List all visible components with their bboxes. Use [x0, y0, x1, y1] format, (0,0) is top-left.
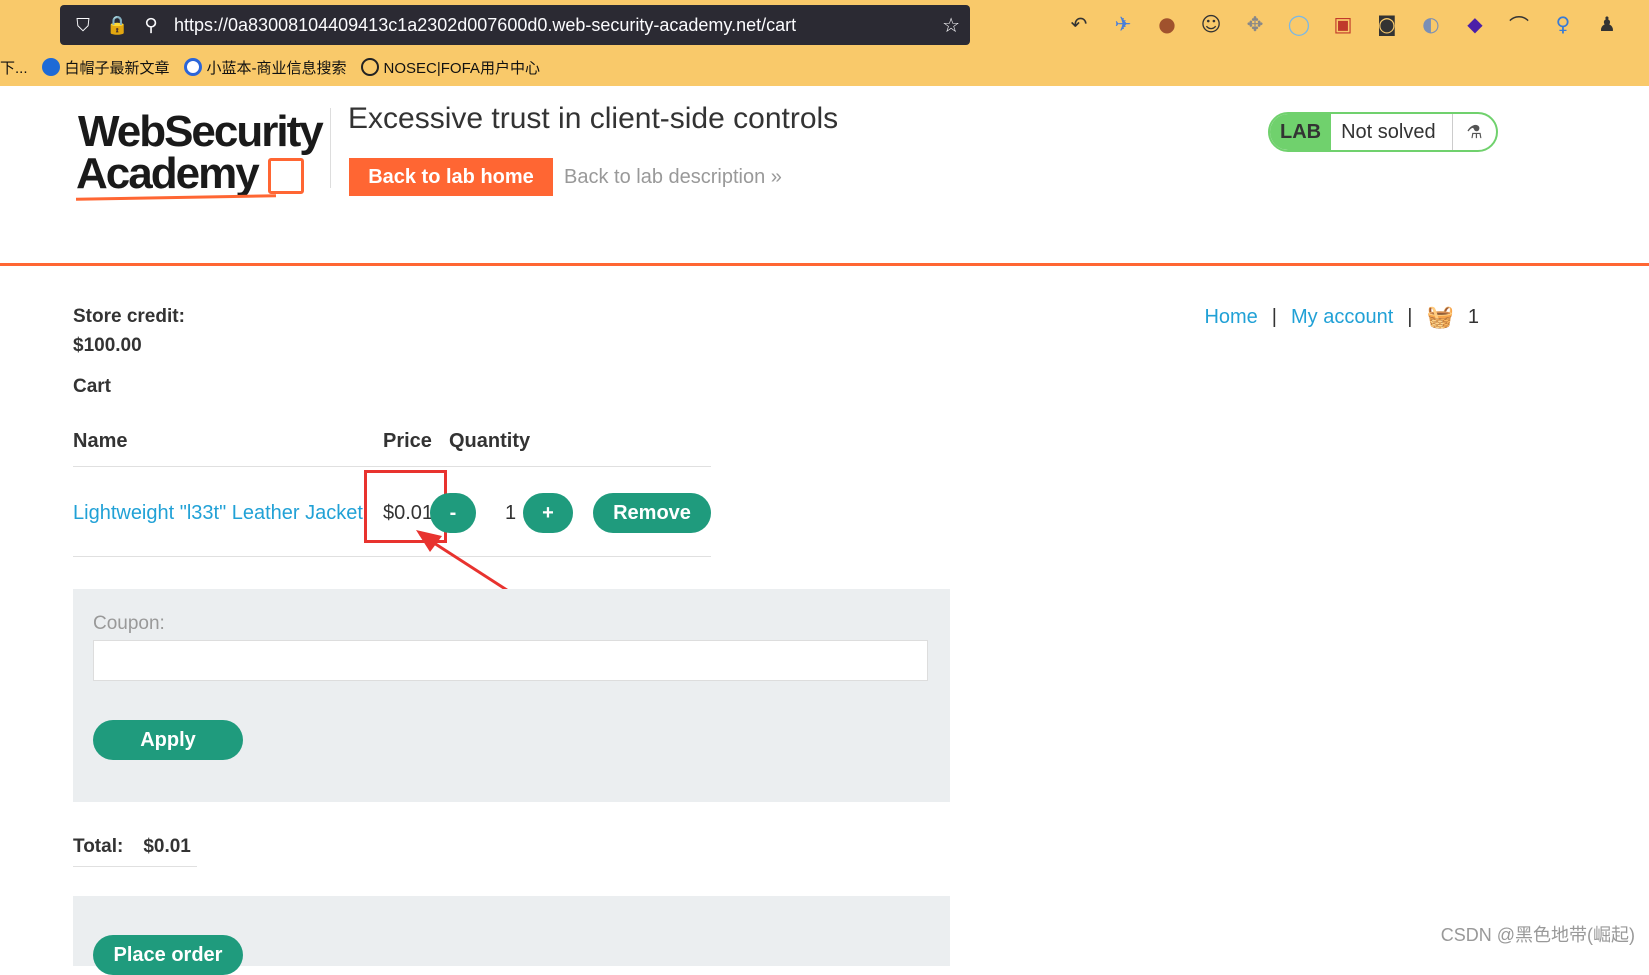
place-order-panel: Place order — [73, 896, 950, 966]
address-bar[interactable]: ⛉ 🔒 ⚲ https://0a83008104409413c1a2302d00… — [60, 5, 970, 45]
watermark: CSDN @黑色地带(崛起) — [1441, 921, 1635, 947]
key-icon[interactable]: ♀ — [1549, 10, 1577, 38]
back-to-lab-description-link[interactable]: Back to lab description » — [564, 166, 782, 189]
header-divider-line — [73, 466, 711, 467]
product-link[interactable]: Lightweight "l33t" Leather Jacket — [73, 502, 363, 525]
lab-status-widget: LAB Not solved ⚗ — [1268, 112, 1498, 152]
coupon-panel: Coupon: Apply — [73, 589, 950, 802]
toggle-icon[interactable]: ◐ — [1417, 10, 1445, 38]
diamond-icon[interactable]: ◆ — [1461, 10, 1489, 38]
nav-separator: | — [1407, 306, 1412, 329]
column-header-price: Price — [383, 430, 432, 453]
extensions-bar: ↶ ✈ ● ☺ ✥ ◯ ▣ ◙ ◐ ◆ ⌒ ♀ ♟ — [1065, 10, 1621, 38]
lightning-icon — [268, 158, 304, 194]
cart-heading: Cart — [73, 376, 111, 398]
spy-icon[interactable]: ♟ — [1593, 10, 1621, 38]
cart-icon[interactable]: 🧺 — [1426, 305, 1453, 330]
bookmark-item[interactable]: 下... — [0, 57, 28, 78]
bookmark-star-icon[interactable]: ☆ — [942, 13, 960, 37]
apply-coupon-button[interactable]: Apply — [93, 720, 243, 760]
bookmark-item[interactable]: 小蓝本-商业信息搜索 — [184, 57, 347, 78]
permissions-icon[interactable]: ⚲ — [140, 15, 162, 36]
nav-my-account-link[interactable]: My account — [1291, 306, 1393, 329]
row-divider-line — [73, 556, 711, 557]
coupon-label: Coupon: — [93, 613, 165, 635]
shield-icon[interactable]: ⛉ — [72, 15, 94, 36]
chevron-right-icon: » — [771, 166, 782, 188]
total-value: $0.01 — [143, 836, 191, 857]
bookmark-label: 下... — [0, 57, 28, 78]
store-credit-label: Store credit: — [73, 306, 185, 328]
xiaolanben-icon — [184, 58, 202, 76]
cookie-face-icon[interactable]: ☺ — [1197, 10, 1225, 38]
hat-icon[interactable]: ⌒ — [1505, 10, 1533, 38]
url-text[interactable]: https://0a83008104409413c1a2302d007600d0… — [174, 15, 796, 36]
total-row: Total: $0.01 — [73, 836, 191, 858]
cart-count: 1 — [1468, 306, 1479, 329]
baimaozi-icon — [42, 58, 60, 76]
logo-line2: Academy — [76, 150, 258, 198]
header-divider — [330, 108, 331, 188]
lab-badge: LAB — [1270, 114, 1331, 150]
bookmark-item[interactable]: 白帽子最新文章 — [42, 57, 170, 78]
bookmark-label: 白帽子最新文章 — [65, 57, 170, 78]
bookmark-item[interactable]: NOSEC|FOFA用户中心 — [361, 57, 540, 78]
back-desc-label: Back to lab description — [564, 166, 765, 188]
coupon-input[interactable] — [93, 640, 928, 681]
flask-icon: ⚗ — [1452, 114, 1496, 150]
lab-header: WebSecurity Academy Excessive trust in c… — [0, 86, 1649, 266]
lab-title: Excessive trust in client-side controls — [348, 102, 838, 136]
nav-home-link[interactable]: Home — [1204, 306, 1257, 329]
store-credit-value: $100.00 — [73, 335, 142, 357]
column-header-quantity: Quantity — [449, 430, 530, 453]
total-label: Total: — [73, 836, 123, 857]
mask-icon[interactable]: ◙ — [1373, 10, 1401, 38]
lock-icon[interactable]: 🔒 — [106, 15, 128, 36]
lab-status-text: Not solved — [1331, 121, 1452, 144]
top-nav: Home | My account | 🧺 1 — [1204, 305, 1479, 330]
cookie-icon[interactable]: ● — [1153, 10, 1181, 38]
puzzle-icon[interactable]: ✥ — [1241, 10, 1269, 38]
bookmarks-bar: 下... 白帽子最新文章 小蓝本-商业信息搜索 NOSEC|FOFA用户中心 — [0, 52, 554, 82]
back-to-lab-home-button[interactable]: Back to lab home — [349, 158, 553, 196]
globe-icon — [361, 58, 379, 76]
remove-button[interactable]: Remove — [593, 493, 711, 533]
place-order-button[interactable]: Place order — [93, 935, 243, 975]
gear-square-icon[interactable]: ▣ — [1329, 10, 1357, 38]
web-security-academy-logo[interactable]: WebSecurity Academy — [76, 108, 326, 198]
bookmark-label: 小蓝本-商业信息搜索 — [207, 57, 347, 78]
nav-separator: | — [1272, 306, 1277, 329]
bookmark-label: NOSEC|FOFA用户中心 — [384, 57, 540, 78]
back-arrow-icon[interactable]: ↶ — [1065, 10, 1093, 38]
bird-icon[interactable]: ✈ — [1109, 10, 1137, 38]
ring-icon[interactable]: ◯ — [1285, 10, 1313, 38]
browser-toolbar: ⛉ 🔒 ⚲ https://0a83008104409413c1a2302d00… — [0, 0, 1649, 86]
total-divider — [73, 866, 197, 867]
column-header-name: Name — [73, 430, 127, 453]
